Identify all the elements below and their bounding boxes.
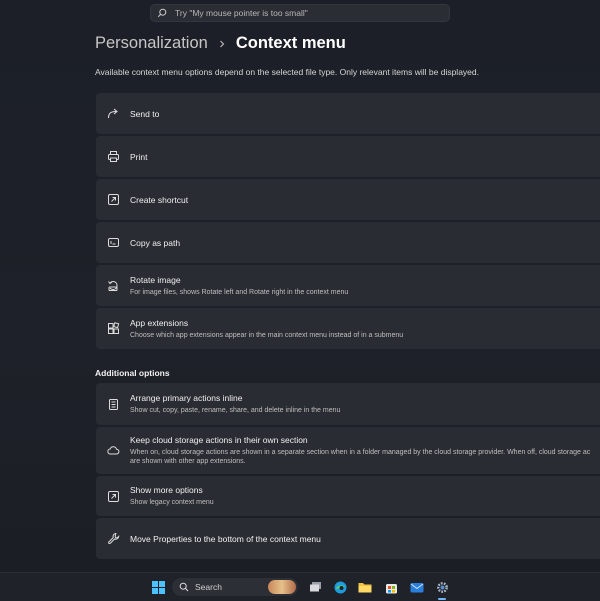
setting-title: Create shortcut	[130, 194, 189, 205]
setting-subtitle: Show cut, copy, paste, rename, share, an…	[130, 406, 341, 414]
setting-subtitle: Choose which app extensions appear in th…	[130, 331, 404, 339]
setting-title: Copy as path	[130, 237, 181, 248]
setting-title: Arrange primary actions inline	[130, 392, 243, 403]
printer-icon	[106, 150, 120, 164]
breadcrumb-parent-link[interactable]: Personalization	[95, 34, 208, 53]
settings-search[interactable]	[150, 4, 450, 22]
setting-arrange-primary-actions[interactable]: Arrange primary actions inline Show cut,…	[96, 383, 600, 425]
setting-subtitle: When on, cloud storage actions are shown…	[130, 448, 590, 467]
list-icon	[106, 397, 120, 411]
copy-path-icon	[106, 236, 120, 250]
setting-subtitle: For image files, shows Rotate left and R…	[130, 288, 349, 296]
taskbar-search-label: Search	[195, 582, 222, 592]
chevron-right-icon	[218, 40, 226, 48]
search-icon	[179, 582, 189, 592]
setting-create-shortcut[interactable]: Create shortcut	[96, 179, 600, 220]
page-title: Context menu	[235, 34, 346, 52]
setting-subtitle-line: are shown with other app extensions.	[130, 458, 246, 465]
task-view-icon[interactable]	[307, 578, 323, 596]
setting-move-properties[interactable]: Move Properties to the bottom of the con…	[96, 518, 600, 559]
setting-show-more-options[interactable]: Show more options Show legacy context me…	[96, 476, 600, 516]
setting-title: App extensions	[130, 317, 189, 328]
store-icon[interactable]	[383, 578, 399, 596]
setting-title: Send to	[130, 108, 160, 119]
taskbar: Search	[0, 572, 600, 601]
setting-title: Print	[130, 151, 148, 162]
search-highlight-icon	[268, 580, 296, 594]
setting-rotate-image[interactable]: Rotate image For image files, shows Rota…	[96, 265, 600, 306]
page-description: Available context menu options depend on…	[95, 67, 479, 77]
file-explorer-icon[interactable]	[357, 578, 373, 596]
setting-send-to[interactable]: Send to	[96, 93, 600, 134]
search-icon	[157, 8, 167, 18]
mail-icon[interactable]	[409, 578, 425, 596]
setting-copy-as-path[interactable]: Copy as path	[96, 222, 600, 263]
search-input[interactable]	[173, 7, 437, 19]
settings-window: Personalization Context menu Available c…	[0, 0, 600, 572]
setting-title: Move Properties to the bottom of the con…	[130, 533, 321, 544]
setting-title: Keep cloud storage actions in their own …	[130, 434, 308, 445]
cloud-icon	[106, 444, 120, 458]
taskbar-search[interactable]: Search	[172, 578, 298, 596]
wrench-icon	[106, 532, 120, 546]
external-window-icon	[106, 489, 120, 503]
setting-app-extensions[interactable]: App extensions Choose which app extensio…	[96, 308, 600, 349]
section-header-additional-options: Additional options	[95, 368, 170, 378]
rotate-icon	[106, 279, 120, 293]
app-extensions-icon	[106, 322, 120, 336]
setting-subtitle: Show legacy context menu	[130, 498, 214, 506]
setting-title: Show more options	[130, 484, 203, 495]
setting-title: Rotate image	[130, 274, 181, 285]
breadcrumb: Personalization Context menu	[95, 34, 346, 53]
edge-icon[interactable]	[332, 578, 348, 596]
shortcut-icon	[106, 193, 120, 207]
share-arrow-icon	[106, 107, 120, 121]
settings-icon[interactable]	[434, 578, 450, 596]
windows-start-icon[interactable]	[150, 578, 166, 596]
setting-subtitle-line: When on, cloud storage actions are shown…	[130, 448, 591, 456]
setting-cloud-storage-section[interactable]: Keep cloud storage actions in their own …	[96, 427, 600, 474]
setting-print[interactable]: Print	[96, 136, 600, 177]
